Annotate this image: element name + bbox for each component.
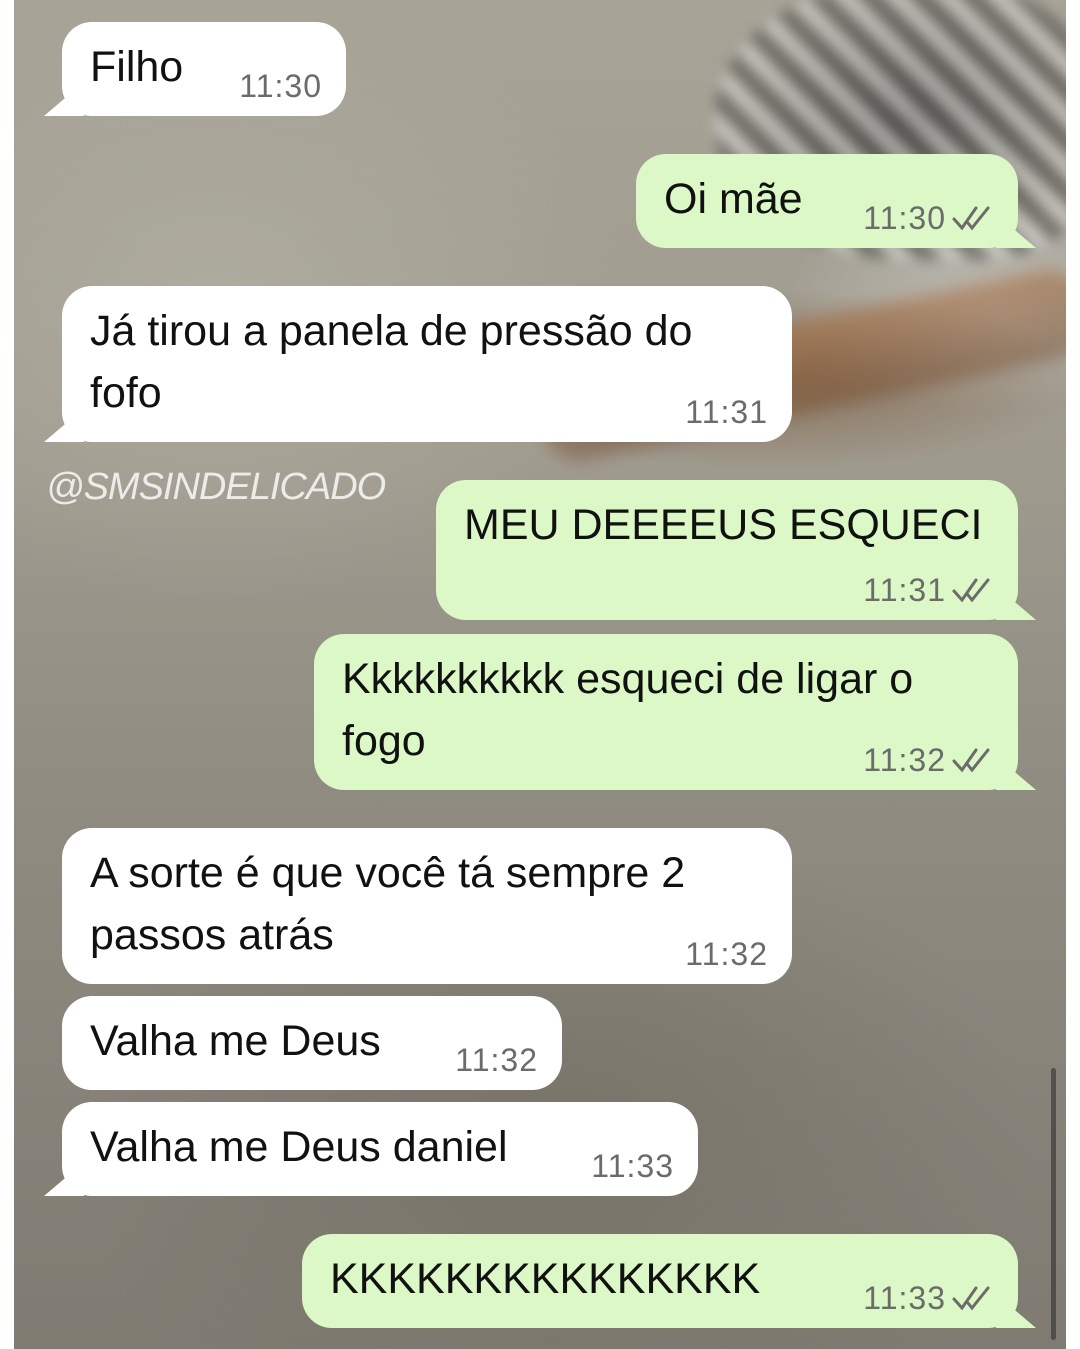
message-bubble-incoming[interactable]: A sorte é que você tá sempre 2 passos at… [62,828,792,984]
message-text: Valha me Deus [90,1017,381,1065]
bubble-tail [996,586,1036,620]
message-time: 11:32 [863,742,946,778]
message-meta: 11:32 [455,1042,538,1078]
message-time: 11:33 [591,1148,674,1184]
chat-background: Filho 11:30 Oi mãe 11:30 Já tirou a pane… [14,0,1066,1349]
message-bubble-incoming[interactable]: Valha me Deus 11:32 [62,996,562,1090]
message-text: KKKKKKKKKKKKKKK [330,1255,761,1303]
scrollbar[interactable] [1051,1068,1056,1340]
message-text: Kkkkkkkkkk esqueci de ligar o fogo [342,655,914,765]
message-meta: 11:30 [863,200,994,236]
message-text: Valha me Deus daniel [90,1123,508,1171]
message-bubble-outgoing[interactable]: Kkkkkkkkkk esqueci de ligar o fogo 11:32 [314,634,1036,790]
message-time: 11:31 [863,572,946,608]
watermark: @SMSINDELICADO [46,466,386,508]
bubble-tail [996,756,1036,790]
message-bubble-incoming[interactable]: Filho 11:30 [44,22,346,116]
bubble-tail [996,214,1036,248]
message-time: 11:32 [685,936,768,972]
message-text: Já tirou a panela de pressão do fofo [90,307,693,417]
message-bubble-outgoing[interactable]: Oi mãe 11:30 [636,154,1036,248]
message-bubble-outgoing[interactable]: MEU DEEEEUS ESQUECI 11:31 [436,480,1036,620]
bubble-tail [44,408,84,442]
double-check-icon [952,578,990,603]
message-meta: 11:31 [863,572,994,608]
message-meta: 11:33 [591,1148,674,1184]
bubble-tail [44,1162,84,1196]
message-meta: 11:33 [863,1280,994,1316]
message-meta: 11:31 [685,394,768,430]
message-text: MEU DEEEEUS ESQUECI [464,501,983,549]
double-check-icon [952,206,990,231]
double-check-icon [952,1286,990,1311]
double-check-icon [952,748,990,773]
message-time: 11:32 [455,1042,538,1078]
bubble-tail [996,1294,1036,1328]
message-bubble-outgoing[interactable]: KKKKKKKKKKKKKKK 11:33 [302,1234,1036,1328]
message-meta: 11:32 [863,742,994,778]
bubble-tail [44,82,84,116]
message-bubble-incoming[interactable]: Já tirou a panela de pressão do fofo 11:… [44,286,792,442]
message-bubble-incoming[interactable]: Valha me Deus daniel 11:33 [44,1102,698,1196]
message-time: 11:33 [863,1280,946,1316]
message-time: 11:30 [863,200,946,236]
message-text: A sorte é que você tá sempre 2 passos at… [90,849,686,959]
message-text: Filho [90,43,184,91]
message-text: Oi mãe [664,175,803,223]
message-meta: 11:30 [239,68,322,104]
message-time: 11:31 [685,394,768,430]
message-meta: 11:32 [685,936,768,972]
message-time: 11:30 [239,68,322,104]
